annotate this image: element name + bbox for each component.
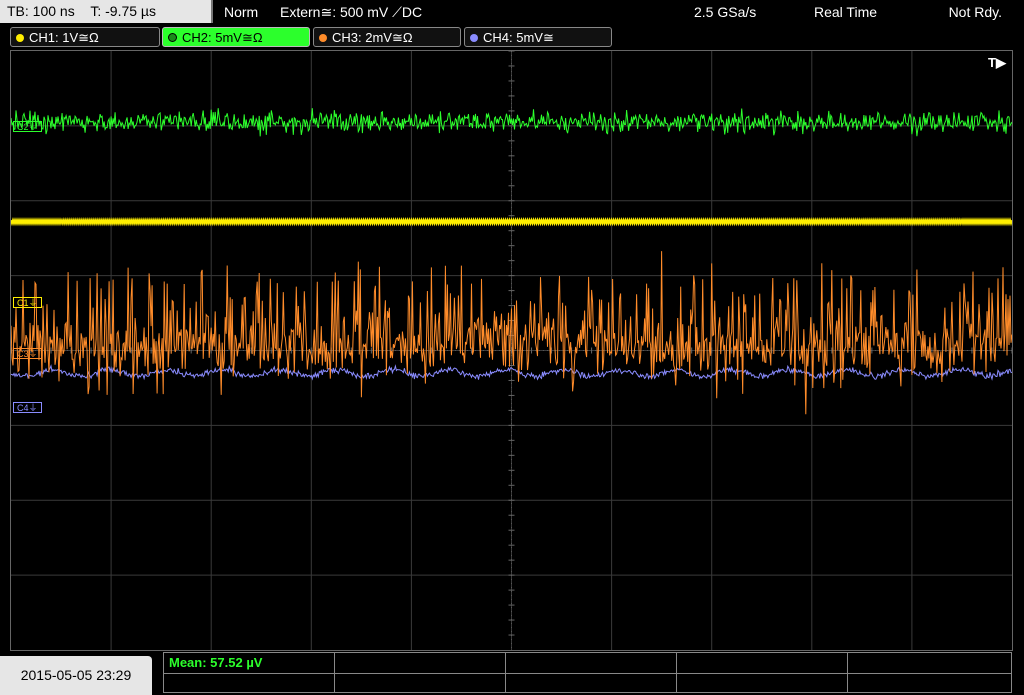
- trigger-time-label: T: -9.75 µs: [90, 3, 156, 19]
- trigger-source[interactable]: Extern≅: 500 mV ⟋DC: [280, 0, 422, 24]
- datetime-display: 2015-05-05 23:29: [0, 656, 152, 695]
- trace-ch1: [11, 217, 1012, 227]
- channel-label: CH3: 2mV≅Ω: [332, 30, 413, 45]
- channel-tab-ch2[interactable]: CH2: 5mV≅Ω: [162, 27, 310, 47]
- ch1-dot-icon: [16, 33, 24, 42]
- timebase-label: TB: 100 ns: [7, 3, 75, 19]
- acquisition-mode: Real Time: [814, 4, 878, 20]
- footer-bar: 2015-05-05 23:29 Mean: 57.52 µV: [0, 652, 1024, 695]
- mean-measurement: Mean: 57.52 µV: [169, 655, 263, 670]
- status-bar: TB: 100 ns T: -9.75 µs Norm Extern≅: 500…: [0, 0, 1024, 24]
- ch2-dot-icon: [168, 33, 177, 43]
- timebase-box[interactable]: TB: 100 ns T: -9.75 µs: [0, 0, 213, 23]
- ch1-ground-marker[interactable]: C1⏚: [13, 297, 42, 308]
- channel-tabs: CH1: 1V≅Ω CH2: 5mV≅Ω CH3: 2mV≅Ω CH4: 5mV…: [0, 25, 1024, 49]
- ch3-ground-marker[interactable]: C3⏚: [13, 348, 42, 359]
- ch2-ground-marker[interactable]: C2⏚: [13, 121, 42, 132]
- ch3-dot-icon: [319, 33, 327, 42]
- channel-label: CH1: 1V≅Ω: [29, 30, 99, 45]
- trigger-mode[interactable]: Norm: [224, 0, 258, 24]
- channel-tab-ch1[interactable]: CH1: 1V≅Ω: [10, 27, 160, 47]
- sample-rate: 2.5 GSa/s: [694, 4, 757, 20]
- waveform-display[interactable]: T▶ C2⏚ C1⏚ C3⏚ C4⏚: [10, 50, 1013, 651]
- acquisition-status: Not Rdy.: [948, 4, 1002, 20]
- trigger-position-icon[interactable]: T▶: [988, 55, 1006, 71]
- channel-tab-ch3[interactable]: CH3: 2mV≅Ω: [313, 27, 461, 47]
- waveform-canvas: [11, 51, 1012, 650]
- channel-tab-ch4[interactable]: CH4: 5mV≅: [464, 27, 612, 47]
- ch4-ground-marker[interactable]: C4⏚: [13, 402, 42, 413]
- channel-label: CH2: 5mV≅Ω: [182, 30, 263, 45]
- measurement-panel[interactable]: Mean: 57.52 µV: [163, 652, 1012, 693]
- ch4-dot-icon: [470, 33, 478, 42]
- channel-label: CH4: 5mV≅: [483, 30, 554, 45]
